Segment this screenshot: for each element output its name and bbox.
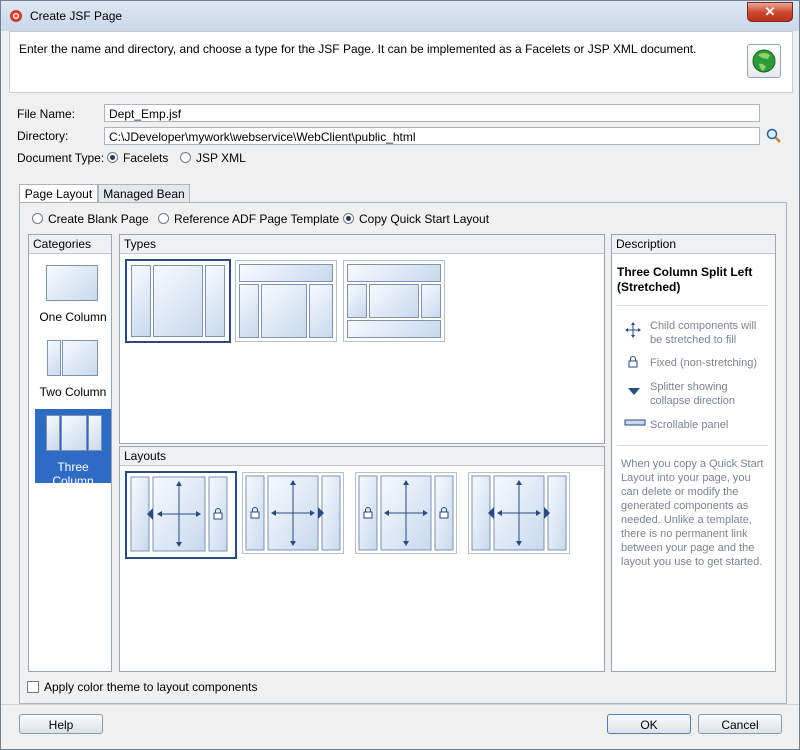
copy-quick-start-label: Copy Quick Start Layout (359, 212, 490, 226)
reference-adf-label: Reference ADF Page Template (174, 212, 340, 226)
layout-diagram-icon (130, 476, 228, 552)
move-arrows-icon (625, 322, 641, 338)
cancel-button[interactable]: Cancel (698, 714, 782, 734)
type-box (153, 265, 203, 337)
apply-theme-label: Apply color theme to layout components (44, 680, 258, 694)
directory-label: Directory: (17, 129, 69, 143)
layout-diagram-icon (358, 475, 454, 551)
category-one-column-label: One Column (39, 310, 107, 324)
globe-icon (747, 44, 781, 78)
categories-header-label: Categories (33, 237, 92, 251)
layout-split-both[interactable] (468, 472, 570, 554)
header-description: Enter the name and directory, and choose… (19, 42, 697, 56)
tab-managed-bean[interactable]: Managed Bean (98, 184, 190, 203)
types-panel: Types (119, 234, 605, 444)
layout-fixed-sides[interactable] (355, 472, 457, 554)
category-two-column-label: Two Column (39, 385, 107, 399)
description-header: Description (612, 235, 775, 254)
legend-fixed-text: Fixed (non-stretching) (650, 357, 757, 369)
description-body: When you copy a Quick Start Layout into … (621, 458, 764, 568)
copy-quick-start-radio[interactable] (343, 213, 354, 224)
legend-stretched-text: Child components will be stretched to fi… (650, 320, 757, 346)
description-panel: Description Three Column Split Left (Str… (611, 234, 776, 672)
type-box (347, 264, 441, 282)
directory-field[interactable]: C:\JDeveloper\mywork\webservice\WebClien… (104, 127, 760, 145)
jsp-xml-radio[interactable] (180, 152, 191, 163)
type-box (239, 264, 333, 282)
type-three-column-split[interactable] (125, 259, 231, 343)
divider (617, 305, 768, 306)
two-column-thumbnail-right (62, 340, 98, 376)
close-icon: ✕ (764, 4, 776, 19)
legend-scrollable-text: Scrollable panel (650, 419, 729, 431)
type-box (309, 284, 333, 338)
layouts-header: Layouts (120, 447, 604, 466)
triangle-down-icon (628, 388, 640, 395)
types-header-label: Types (124, 237, 157, 251)
lock-icon (628, 356, 638, 368)
cancel-button-label: Cancel (721, 718, 759, 732)
type-box (205, 265, 225, 337)
footer-divider (1, 704, 799, 705)
divider (617, 445, 768, 446)
three-column-thumbnail-right (88, 415, 102, 451)
legend-splitter-text: Splitter showing collapse direction (650, 381, 735, 407)
reference-adf-radio[interactable] (158, 213, 169, 224)
tab-page-layout[interactable]: Page Layout (19, 184, 98, 203)
create-blank-label: Create Blank Page (48, 212, 149, 226)
jdeveloper-app-icon (10, 10, 22, 22)
apply-theme-checkbox[interactable] (27, 681, 39, 693)
facelets-radio[interactable] (107, 152, 118, 163)
category-one-column[interactable]: One Column (35, 259, 111, 333)
type-box (261, 284, 307, 338)
description-header-label: Description (616, 237, 677, 251)
category-three-column-label: Three Column (52, 460, 94, 488)
search-icon[interactable] (766, 128, 782, 144)
help-button[interactable]: Help (19, 714, 103, 734)
ok-button-label: OK (640, 718, 658, 732)
file-name-label: File Name: (17, 107, 76, 121)
type-box (369, 284, 419, 318)
layouts-panel: Layouts (119, 446, 605, 672)
layout-diagram-icon (245, 475, 341, 551)
page-layout-panel: Create Blank Page Reference ADF Page Tem… (19, 202, 787, 704)
layout-split-right-stretched[interactable] (242, 472, 344, 554)
one-column-thumbnail (46, 265, 98, 301)
type-box (347, 284, 367, 318)
create-jsf-page-dialog: Create JSF Page ✕ Enter the name and dir… (0, 0, 800, 750)
category-two-column[interactable]: Two Column (35, 334, 111, 408)
two-column-thumbnail-left (47, 340, 61, 376)
type-box (421, 284, 441, 318)
type-header-footer-three-column[interactable] (343, 260, 445, 342)
document-type-label: Document Type: (17, 151, 105, 165)
type-box (131, 265, 151, 337)
close-button[interactable]: ✕ (747, 2, 793, 22)
layout-split-left-stretched[interactable] (125, 471, 237, 559)
type-box (347, 320, 441, 338)
help-button-label: Help (48, 718, 74, 732)
description-title: Three Column Split Left (Stretched) (617, 265, 753, 294)
category-three-column[interactable]: Three Column (35, 409, 111, 488)
three-column-thumbnail-center (61, 415, 87, 451)
three-column-thumbnail-left (46, 415, 60, 451)
layout-diagram-icon (471, 475, 567, 551)
window-title: Create JSF Page (30, 9, 123, 23)
dialog-header: Enter the name and directory, and choose… (9, 31, 793, 93)
scroll-panel-icon (624, 419, 646, 426)
title-bar: Create JSF Page ✕ (1, 1, 799, 31)
type-box (239, 284, 259, 338)
ok-button[interactable]: OK (607, 714, 691, 734)
file-name-field[interactable]: Dept_Emp.jsf (104, 104, 760, 122)
categories-header: Categories (29, 235, 111, 254)
categories-panel: Categories One Column Two Column Three C… (28, 234, 112, 672)
tab-managed-bean-label: Managed Bean (103, 187, 185, 201)
jsp-xml-label: JSP XML (196, 151, 246, 165)
create-blank-radio[interactable] (32, 213, 43, 224)
facelets-label: Facelets (123, 151, 169, 165)
layouts-header-label: Layouts (124, 449, 167, 463)
tab-page-layout-label: Page Layout (24, 187, 93, 201)
types-header: Types (120, 235, 604, 254)
type-header-three-column[interactable] (235, 260, 337, 342)
